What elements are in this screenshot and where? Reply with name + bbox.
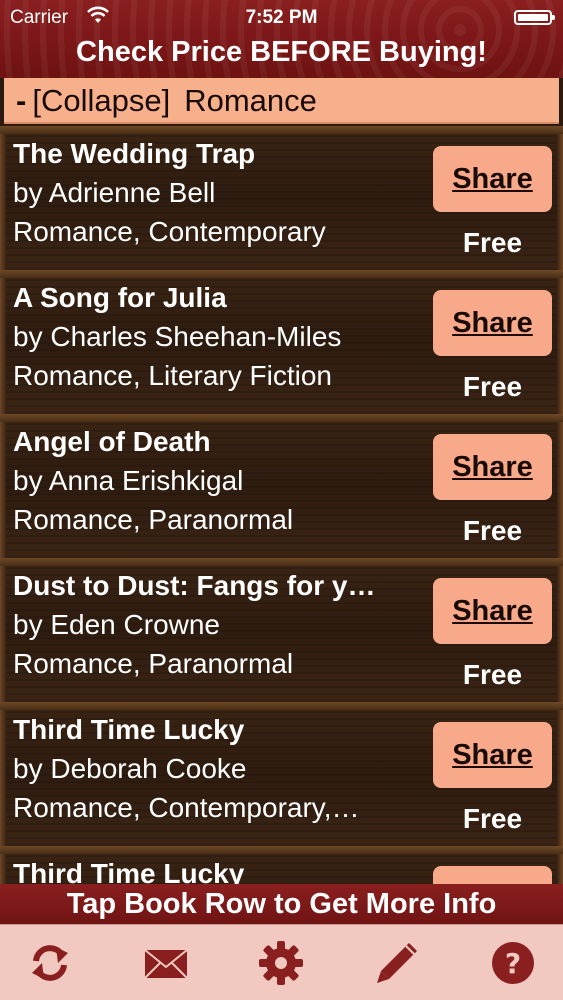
book-author: by Charles Sheehan-Miles bbox=[13, 321, 342, 352]
refresh-icon[interactable] bbox=[26, 939, 74, 987]
status-bar: Carrier 7:52 PM bbox=[0, 0, 563, 36]
share-button[interactable]: Share bbox=[433, 578, 552, 644]
footer-hint: Tap Book Row to Get More Info bbox=[0, 884, 563, 924]
collapse-toggle[interactable]: [Collapse] bbox=[32, 83, 170, 118]
book-author: by Deborah Cooke bbox=[13, 753, 247, 784]
gear-icon[interactable] bbox=[257, 939, 305, 987]
book-genre: Romance, Contemporary,… bbox=[13, 792, 360, 823]
page-title: Check Price BEFORE Buying! bbox=[76, 36, 487, 68]
book-price: Free bbox=[462, 659, 523, 690]
collapse-prefix: - bbox=[16, 83, 27, 118]
book-genre: Romance, Literary Fiction bbox=[13, 360, 333, 391]
tab-bar: ? bbox=[0, 924, 563, 1000]
book-genre: Romance, Contemporary bbox=[13, 216, 326, 247]
clock: 7:52 PM bbox=[245, 7, 318, 28]
mail-icon[interactable] bbox=[142, 939, 190, 987]
book-title: Dust to Dust: Fangs for y… bbox=[13, 570, 376, 601]
book-price: Free bbox=[462, 227, 523, 258]
book-author: by Eden Crowne bbox=[13, 609, 221, 640]
share-button[interactable]: Share bbox=[433, 722, 552, 788]
pencil-icon[interactable] bbox=[373, 939, 421, 987]
category-name: Romance bbox=[184, 83, 317, 118]
help-icon[interactable]: ? bbox=[489, 939, 537, 987]
table-row[interactable]: Third Time Lucky bbox=[0, 846, 563, 884]
book-title: Angel of Death bbox=[13, 426, 211, 457]
table-row[interactable]: Dust to Dust: Fangs for y… by Eden Crown… bbox=[0, 558, 563, 702]
book-genre: Romance, Paranormal bbox=[13, 504, 294, 535]
category-header[interactable]: - [Collapse] Romance bbox=[4, 78, 559, 124]
svg-text:?: ? bbox=[505, 947, 521, 980]
book-list[interactable]: The Wedding Trap by Adrienne Bell Romanc… bbox=[0, 126, 563, 884]
book-author: by Adrienne Bell bbox=[13, 177, 216, 208]
table-row[interactable]: A Song for Julia by Charles Sheehan-Mile… bbox=[0, 270, 563, 414]
share-button[interactable]: Share bbox=[433, 290, 552, 356]
book-title: The Wedding Trap bbox=[13, 138, 256, 169]
book-price: Free bbox=[462, 515, 523, 546]
battery-icon bbox=[514, 10, 555, 25]
table-row[interactable]: Angel of Death by Anna Erishkigal Romanc… bbox=[0, 414, 563, 558]
book-author: by Anna Erishkigal bbox=[13, 465, 244, 496]
book-price: Free bbox=[462, 371, 523, 402]
share-button[interactable]: Share bbox=[433, 146, 552, 212]
share-button[interactable]: Share bbox=[433, 434, 552, 500]
book-price: Free bbox=[462, 803, 523, 834]
book-title: A Song for Julia bbox=[13, 282, 227, 313]
table-row[interactable]: The Wedding Trap by Adrienne Bell Romanc… bbox=[0, 126, 563, 270]
share-button[interactable] bbox=[433, 866, 552, 884]
book-title: Third Time Lucky bbox=[13, 714, 245, 745]
book-title: Third Time Lucky bbox=[13, 858, 245, 884]
book-genre: Romance, Paranormal bbox=[13, 648, 294, 679]
table-row[interactable]: Third Time Lucky by Deborah Cooke Romanc… bbox=[0, 702, 563, 846]
